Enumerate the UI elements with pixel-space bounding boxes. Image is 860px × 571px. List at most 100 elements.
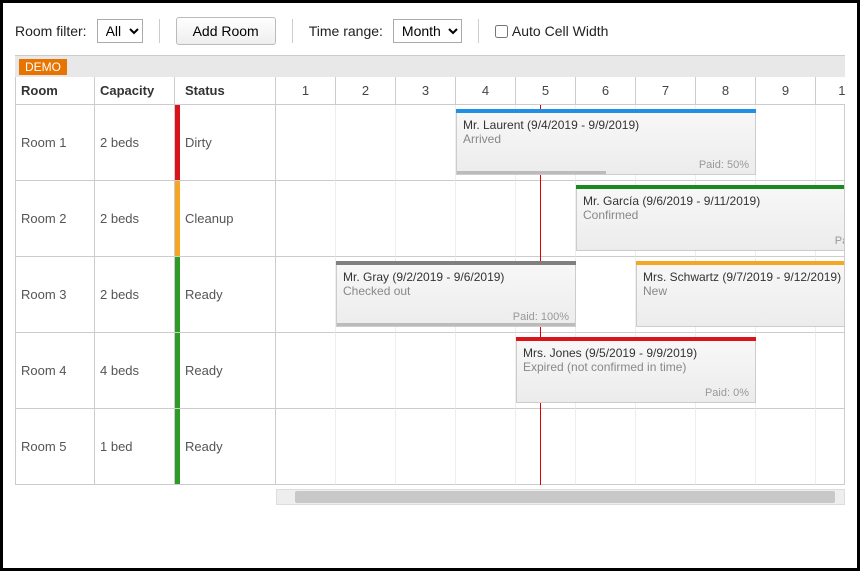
room-filter-select[interactable]: All <box>97 19 143 43</box>
grid-cell[interactable] <box>456 181 516 257</box>
timeline-row[interactable]: Mrs. Jones (9/5/2019 - 9/9/2019)Expired … <box>276 333 845 409</box>
room-filter-label: Room filter: <box>15 23 87 39</box>
app-window: Room filter: All Add Room Time range: Mo… <box>0 0 860 571</box>
grid-cell[interactable] <box>276 409 336 485</box>
room-name[interactable]: Room 4 <box>15 333 95 409</box>
grid-cell[interactable] <box>456 409 516 485</box>
grid-cell[interactable] <box>576 409 636 485</box>
grid-cell[interactable] <box>396 181 456 257</box>
header-row: Room Capacity Status 12345678910 <box>15 77 845 105</box>
room-capacity: 2 beds <box>95 105 175 181</box>
status-text: Ready <box>185 439 223 454</box>
grid-cell[interactable] <box>396 333 456 409</box>
time-range-select[interactable]: Month <box>393 19 462 43</box>
room-status: Ready <box>175 409 276 485</box>
reservation-event[interactable]: Mr. Laurent (9/4/2019 - 9/9/2019)Arrived… <box>456 109 756 175</box>
status-text: Dirty <box>185 135 212 150</box>
status-text: Ready <box>185 287 223 302</box>
grid-cell[interactable] <box>276 105 336 181</box>
grid-cell[interactable] <box>336 409 396 485</box>
room-status: Ready <box>175 333 276 409</box>
scrollbar-thumb[interactable] <box>295 491 835 503</box>
auto-cell-width-label: Auto Cell Width <box>512 23 608 39</box>
room-name[interactable]: Room 5 <box>15 409 95 485</box>
event-color-bar <box>336 261 576 265</box>
grid-cell[interactable] <box>636 409 696 485</box>
day-header[interactable]: 1 <box>276 77 336 105</box>
room-capacity: 2 beds <box>95 257 175 333</box>
event-paid: Paid: 0% <box>705 387 749 399</box>
room-status: Dirty <box>175 105 276 181</box>
room-row: Room 32 beds Ready Mr. Gray (9/2/2019 - 9/… <box>15 257 845 333</box>
timeline-row[interactable]: Mr. Gray (9/2/2019 - 9/6/2019)Checked ou… <box>276 257 845 333</box>
room-row: Room 44 bedsReadyMrs. Jones (9/5/2019 - … <box>15 333 845 409</box>
reservation-event[interactable]: Mrs. Jones (9/5/2019 - 9/9/2019)Expired … <box>516 337 756 403</box>
day-header[interactable]: 10 <box>816 77 845 105</box>
day-header[interactable]: 5 <box>516 77 576 105</box>
day-header[interactable]: 9 <box>756 77 816 105</box>
separator <box>478 19 479 43</box>
grid-cell[interactable] <box>816 333 845 409</box>
event-paid: Paid: 50% <box>699 159 749 171</box>
grid-cell[interactable] <box>336 181 396 257</box>
grid-cell[interactable] <box>336 105 396 181</box>
demo-row: DEMO <box>15 55 845 77</box>
event-title: Mrs. Jones (9/5/2019 - 9/9/2019) <box>523 346 749 360</box>
auto-cell-width-checkbox[interactable] <box>495 25 508 38</box>
grid-cell[interactable] <box>756 409 816 485</box>
toolbar: Room filter: All Add Room Time range: Mo… <box>15 13 845 55</box>
event-subtitle: Confirmed <box>583 208 845 222</box>
room-row: Room 51 bed Ready <box>15 409 845 485</box>
room-name[interactable]: Room 2 <box>15 181 95 257</box>
status-color-bar <box>175 105 180 180</box>
grid-cell[interactable] <box>336 333 396 409</box>
reservation-event[interactable]: Mrs. Schwartz (9/7/2019 - 9/12/2019)New <box>636 261 845 327</box>
separator <box>292 19 293 43</box>
reservation-event[interactable]: Mr. García (9/6/2019 - 9/11/2019)Confirm… <box>576 185 845 251</box>
room-row: Room 12 beds Dirty Mr. Laurent (9/4/2019 -… <box>15 105 845 181</box>
add-room-button[interactable]: Add Room <box>176 17 276 45</box>
grid-cell[interactable] <box>276 257 336 333</box>
timeline-row[interactable]: Mr. García (9/6/2019 - 9/11/2019)Confirm… <box>276 181 845 257</box>
grid-cell[interactable] <box>816 105 845 181</box>
event-subtitle: Expired (not confirmed in time) <box>523 360 749 374</box>
today-marker <box>540 181 541 257</box>
column-header-status[interactable]: Status <box>175 77 276 105</box>
grid-cell[interactable] <box>456 333 516 409</box>
grid-cell[interactable] <box>396 105 456 181</box>
day-header[interactable]: 8 <box>696 77 756 105</box>
grid-cell[interactable] <box>276 181 336 257</box>
demo-badge: DEMO <box>19 59 67 75</box>
event-color-bar <box>576 185 845 189</box>
grid-cell[interactable] <box>696 409 756 485</box>
timeline-row[interactable]: Mr. Laurent (9/4/2019 - 9/9/2019)Arrived… <box>276 105 845 181</box>
day-header[interactable]: 4 <box>456 77 516 105</box>
day-header[interactable]: 3 <box>396 77 456 105</box>
grid-cell[interactable] <box>756 105 816 181</box>
grid-cell[interactable] <box>816 409 845 485</box>
reservation-event[interactable]: Mr. Gray (9/2/2019 - 9/6/2019)Checked ou… <box>336 261 576 327</box>
grid-cell[interactable] <box>756 333 816 409</box>
grid-cell[interactable] <box>516 409 576 485</box>
status-text: Cleanup <box>185 211 233 226</box>
grid-cell[interactable] <box>396 409 456 485</box>
room-name[interactable]: Room 1 <box>15 105 95 181</box>
room-capacity: 1 bed <box>95 409 175 485</box>
day-header[interactable]: 2 <box>336 77 396 105</box>
grid-cell[interactable] <box>276 333 336 409</box>
status-color-bar <box>175 257 180 332</box>
timeline-row[interactable] <box>276 409 845 485</box>
grid-cell[interactable] <box>576 257 636 333</box>
horizontal-scrollbar[interactable] <box>276 489 845 505</box>
day-header[interactable]: 7 <box>636 77 696 105</box>
event-progress <box>337 323 575 326</box>
event-title: Mrs. Schwartz (9/7/2019 - 9/12/2019) <box>643 270 845 284</box>
time-range-label: Time range: <box>309 23 383 39</box>
column-header-capacity[interactable]: Capacity <box>95 77 175 105</box>
column-header-room[interactable]: Room <box>15 77 95 105</box>
timeline-header: 12345678910 <box>276 77 845 105</box>
day-header[interactable]: 6 <box>576 77 636 105</box>
room-name[interactable]: Room 3 <box>15 257 95 333</box>
grid-cell[interactable] <box>516 181 576 257</box>
room-row: Room 22 bedsCleanupMr. García (9/6/2019 … <box>15 181 845 257</box>
